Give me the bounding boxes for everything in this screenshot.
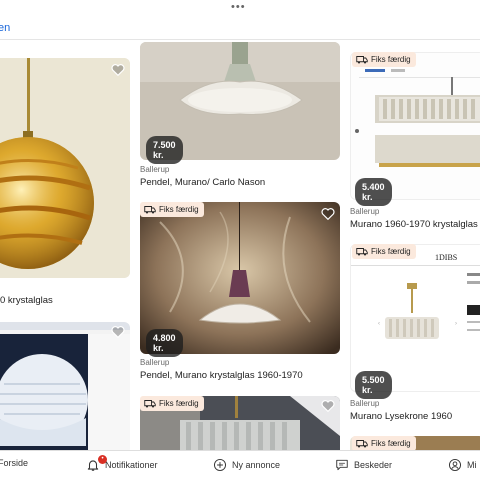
pendant-image [0, 322, 130, 454]
nav-label: Mi [467, 460, 477, 470]
listing-title[interactable]: Murano 1960-1970 krystalglas [350, 219, 478, 230]
nav-home[interactable]: Forside [0, 458, 28, 468]
nav-new-ad[interactable]: Ny annonce [213, 458, 280, 472]
badge-label: Fiks færdig [371, 247, 411, 256]
price-tag: 5.500 kr. [355, 371, 392, 399]
fiks-faerdig-badge: Fiks færdig [352, 244, 416, 259]
heart-icon[interactable] [320, 206, 336, 222]
fiks-faerdig-badge: Fiks færdig [140, 202, 204, 217]
badge-label: Fiks færdig [159, 399, 199, 408]
listing-title[interactable]: Pendel, Murano krystalglas 1960-1970 [140, 370, 303, 381]
fiks-faerdig-badge: Fiks færdig [140, 396, 204, 411]
truck-icon [144, 400, 156, 408]
top-bar: ••• en [0, 0, 480, 40]
nav-notifications[interactable]: Notifikationer [86, 458, 158, 472]
dibs-logo-text: 1DIBS [435, 253, 458, 262]
price-tag: 4.800 kr. [146, 329, 183, 357]
badge-label: Fiks færdig [371, 439, 411, 448]
badge-label: Fiks færdig [371, 55, 411, 64]
listing-photo[interactable] [0, 58, 130, 278]
truck-icon [356, 56, 368, 64]
profile-icon [448, 458, 462, 472]
listing-location: Ballerup [350, 399, 380, 408]
notification-badge: • [98, 455, 107, 464]
bottom-nav: Forside Notifikationer • Ny annonce Besk… [0, 450, 480, 480]
svg-text:›: › [455, 321, 457, 327]
badge-label: Fiks færdig [159, 205, 199, 214]
nav-messages[interactable]: Beskeder [335, 458, 392, 472]
plus-circle-icon [213, 458, 227, 472]
heart-icon[interactable] [110, 324, 126, 340]
nav-label: Ny annonce [232, 460, 281, 470]
fiks-faerdig-badge: Fiks færdig [352, 52, 416, 67]
listing-title[interactable]: Pendel, Murano/ Carlo Nason [140, 177, 265, 188]
more-dots-icon[interactable]: ••• [231, 1, 246, 13]
listing-photo[interactable]: ‹ › 1DIBS [350, 244, 480, 392]
chat-icon [336, 459, 348, 471]
svg-text:‹: ‹ [378, 321, 380, 327]
app-screen: ••• en 0 krystalglas 7.500 kr. Ballerup … [0, 0, 480, 480]
pendant-image [0, 58, 130, 278]
listing-location: Ballerup [140, 358, 170, 367]
nav-label: Forside [0, 458, 29, 468]
listing-title[interactable]: 0 krystalglas [0, 295, 53, 306]
fiks-faerdig-badge: Fiks færdig [352, 436, 416, 451]
listing-location: Ballerup [140, 165, 170, 174]
nav-profile[interactable]: Mi [448, 458, 477, 472]
listing-title[interactable]: Murano Lysekrone 1960 [350, 411, 452, 422]
listing-location: Ballerup [350, 207, 380, 216]
pendant-image: ‹ › [351, 245, 480, 391]
price-tag: 7.500 kr. [146, 136, 183, 164]
nav-label: Notifikationer [105, 460, 158, 470]
truck-icon [356, 248, 368, 256]
truck-icon [356, 440, 368, 448]
heart-icon[interactable] [320, 398, 336, 414]
heart-icon[interactable] [110, 62, 126, 78]
truck-icon [144, 206, 156, 214]
listing-photo[interactable] [0, 322, 130, 454]
price-tag: 5.400 kr. [355, 178, 392, 206]
nav-label: Beskeder [354, 460, 393, 470]
back-link[interactable]: en [0, 22, 10, 34]
